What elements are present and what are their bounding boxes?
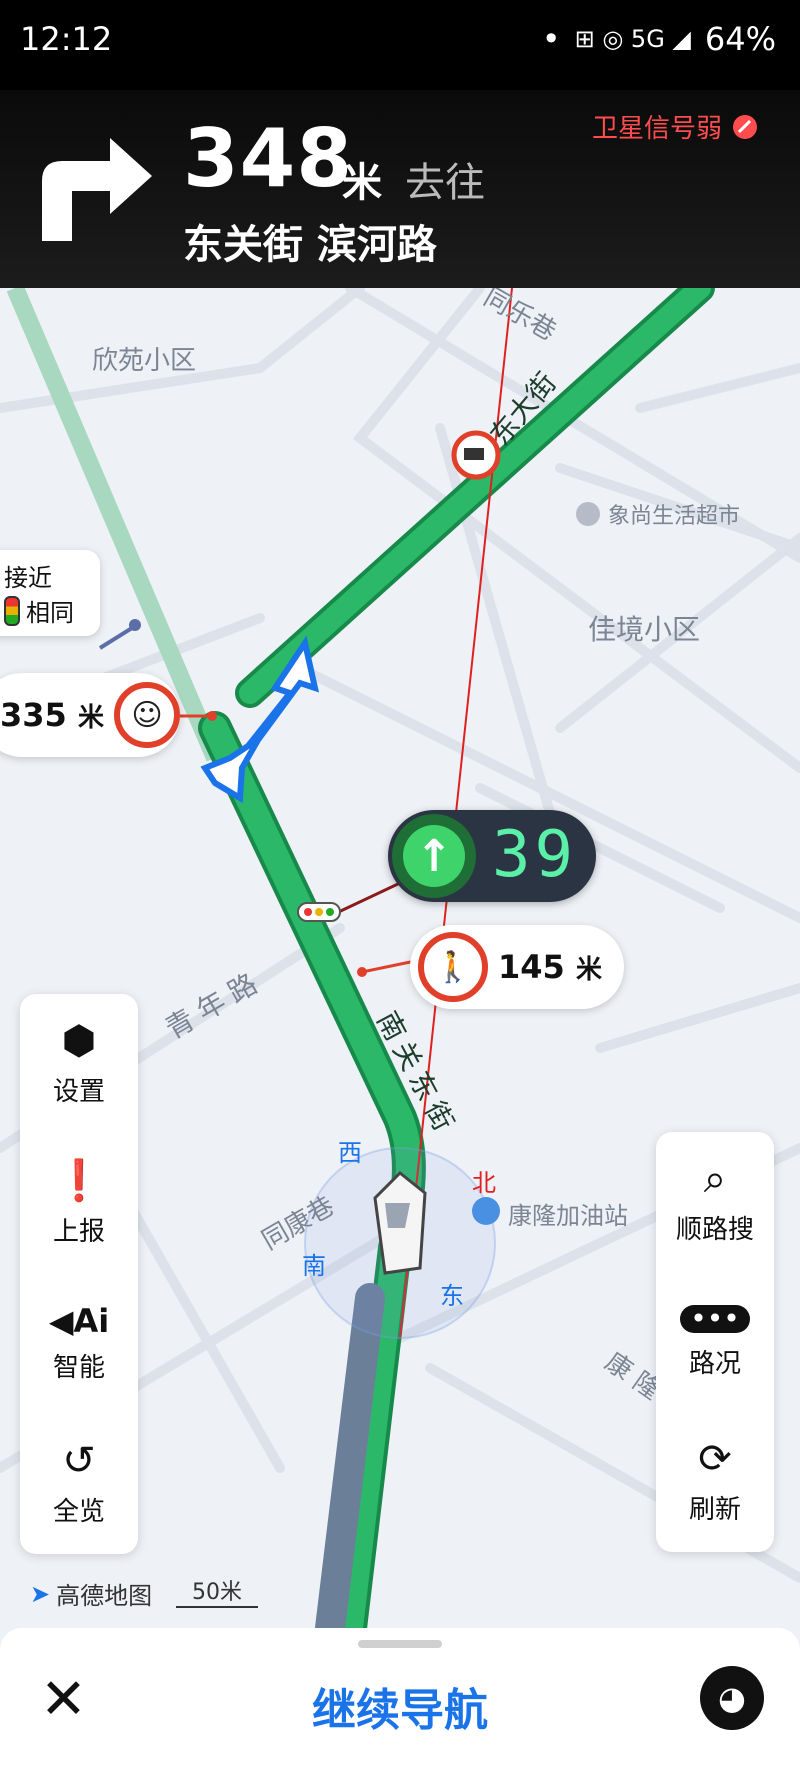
satellite-icon bbox=[733, 114, 757, 139]
map-brand: ➤ 高德地图 bbox=[30, 1576, 152, 1611]
approach-text: 接近 bbox=[4, 564, 52, 592]
search-along-label: 顺路搜 bbox=[675, 1214, 754, 1245]
assistant-mascot-icon[interactable]: ◕ bbox=[700, 1666, 764, 1730]
continue-navigation-button[interactable]: 继续导航 bbox=[0, 1674, 800, 1738]
refresh-button[interactable]: ⟳ 刷新 bbox=[656, 1412, 774, 1552]
settings-button[interactable]: ⬢ 设置 bbox=[20, 994, 138, 1134]
approach-tag: 接近 相同 bbox=[0, 550, 100, 636]
search-icon: ⌕ bbox=[703, 1155, 727, 1202]
crosswalk-distance-value: 145 bbox=[498, 948, 565, 986]
report-button[interactable]: ❗ 上报 bbox=[20, 1134, 138, 1274]
approach-same-text: 相同 bbox=[4, 593, 74, 628]
map-scale: 50米 bbox=[176, 1574, 258, 1608]
map-label-xinyuan: 欣苑小区 bbox=[92, 346, 197, 376]
map-label-jiajing: 佳境小区 bbox=[588, 613, 701, 646]
settings-label: 设置 bbox=[52, 1076, 105, 1107]
left-toolbar: ⬢ 设置 ❗ 上报 ◀Ai 智能 ↺ 全览 bbox=[20, 994, 138, 1554]
seatbelt-distance-unit: 米 bbox=[77, 703, 104, 733]
right-toolbar: ⌕ 顺路搜 ••• 路况 ⟳ 刷新 bbox=[656, 1132, 774, 1552]
approach-same-label: 相同 bbox=[26, 599, 74, 627]
compass-east: 东 bbox=[440, 1282, 464, 1310]
drag-handle[interactable] bbox=[358, 1640, 442, 1648]
notification-dot-icon: • bbox=[541, 20, 561, 58]
traffic-light-countdown: ↑ 39 bbox=[388, 810, 596, 902]
turn-distance-unit: 米 bbox=[342, 160, 382, 206]
smart-label: 智能 bbox=[52, 1352, 105, 1383]
refresh-icon: ⟳ bbox=[698, 1435, 732, 1482]
seatbelt-icon: ☺ bbox=[113, 682, 180, 748]
countdown-number: 39 bbox=[492, 818, 578, 892]
speaker-ai-icon: ◀Ai bbox=[48, 1301, 110, 1340]
crosswalk-distance: 145 米 bbox=[498, 948, 602, 986]
traffic-button[interactable]: ••• 路况 bbox=[656, 1272, 774, 1412]
amap-logo-icon: ➤ bbox=[30, 1579, 51, 1608]
smart-voice-button[interactable]: ◀Ai 智能 bbox=[20, 1274, 138, 1414]
seatbelt-camera-tag: 335 米 ☺ bbox=[0, 673, 180, 757]
search-along-route-button[interactable]: ⌕ 顺路搜 bbox=[656, 1132, 774, 1272]
refresh-label: 刷新 bbox=[688, 1494, 741, 1525]
brand-name: 高德地图 bbox=[56, 1582, 153, 1610]
pedestrian-crossing-icon: 🚶 bbox=[418, 932, 488, 1002]
turn-distance: 348 bbox=[183, 112, 353, 205]
crosswalk-tag: 🚶 145 米 bbox=[410, 925, 624, 1009]
report-label: 上报 bbox=[52, 1216, 105, 1247]
goto-label: 去往 bbox=[405, 160, 485, 206]
compass-south: 南 bbox=[302, 1252, 326, 1280]
scale-label: 50米 bbox=[192, 1580, 242, 1605]
seatbelt-distance-value: 335 bbox=[0, 696, 67, 734]
signal-icons: ⊞ ◎ 5G ◢ bbox=[574, 25, 691, 53]
overview-label: 全览 bbox=[52, 1496, 105, 1527]
compass-north: 北 bbox=[472, 1169, 496, 1197]
compass-west: 西 bbox=[338, 1139, 362, 1167]
map-view[interactable]: 欣苑小区 同乐巷 东大街 象尚生活超市 佳境小区 青年路 南关东街 同康巷 康隆… bbox=[0, 288, 800, 1628]
gps-warning-text: 卫星信号弱 bbox=[591, 114, 722, 144]
navigation-header: 348 米 去往 东关街 滨河路 卫星信号弱 bbox=[0, 90, 800, 288]
more-dots-icon: ••• bbox=[680, 1304, 750, 1333]
status-bar: 12:12 • ⊞ ◎ 5G ◢ 64% bbox=[0, 0, 800, 90]
traffic-label: 路况 bbox=[688, 1348, 741, 1379]
turn-right-arrow-icon bbox=[42, 138, 152, 241]
overview-button[interactable]: ↺ 全览 bbox=[20, 1414, 138, 1554]
bottom-bar: ✕ 继续导航 ◕ bbox=[0, 1628, 800, 1777]
battery-level: 64% bbox=[704, 20, 776, 58]
status-time: 12:12 bbox=[20, 20, 113, 58]
gps-weak-warning[interactable]: 卫星信号弱 bbox=[592, 108, 760, 145]
route-overview-icon: ↺ bbox=[62, 1437, 96, 1484]
traffic-light-icon bbox=[4, 595, 20, 626]
hexagon-settings-icon: ⬢ bbox=[61, 1017, 97, 1064]
map-label-market: 象尚生活超市 bbox=[608, 504, 741, 529]
seatbelt-distance: 335 米 bbox=[0, 696, 104, 734]
report-alert-icon: ❗ bbox=[54, 1157, 104, 1204]
status-icons: • ⊞ ◎ 5G ◢ 64% bbox=[542, 20, 776, 58]
next-road-name: 东关街 滨河路 bbox=[183, 222, 437, 268]
go-straight-light-icon: ↑ bbox=[392, 814, 476, 898]
crosswalk-distance-unit: 米 bbox=[575, 955, 602, 985]
map-label-gas-station: 康隆加油站 bbox=[508, 1202, 628, 1230]
